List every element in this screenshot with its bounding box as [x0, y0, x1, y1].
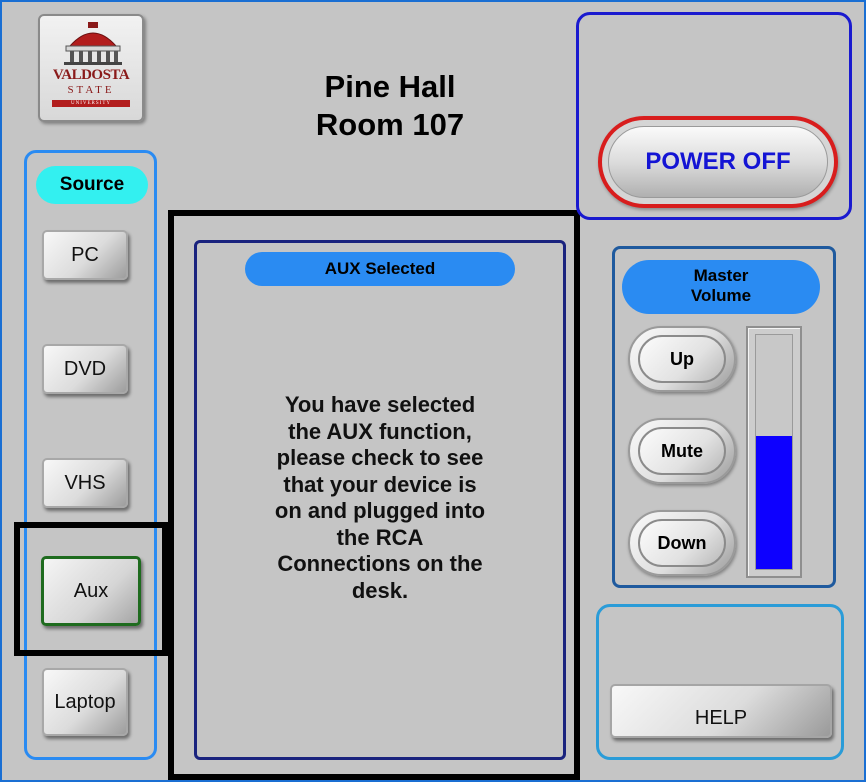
info-message: You have selected the AUX function, plea…: [220, 392, 540, 604]
message-line: desk.: [351, 577, 409, 603]
source-button-laptop[interactable]: Laptop: [42, 668, 128, 736]
message-line: on and plugged into: [274, 498, 486, 523]
source-button-vhs[interactable]: VHS: [42, 458, 128, 508]
volume-label-line: Volume: [690, 286, 752, 305]
message-line: You have selected: [284, 392, 476, 417]
message-line: Connections on the: [277, 551, 483, 576]
message-line: the RCA: [336, 524, 424, 550]
volume-meter-fill: [756, 435, 792, 569]
building-name: Pine Hall: [324, 69, 456, 104]
source-label: Source: [36, 166, 148, 204]
room-number: Room 107: [315, 107, 465, 142]
power-off-button[interactable]: POWER OFF: [598, 116, 838, 208]
message-line: that your device is: [283, 471, 477, 497]
logo-wordmark: VALDOSTA: [52, 67, 130, 83]
room-title: Pine Hall Room 107: [230, 68, 550, 144]
volume-meter: [746, 326, 802, 578]
volume-up-label: Up: [638, 335, 726, 383]
info-status: AUX Selected: [245, 252, 515, 286]
source-button-aux[interactable]: Aux: [41, 556, 141, 626]
help-button[interactable]: HELP: [610, 684, 832, 738]
volume-mute-label: Mute: [638, 427, 726, 475]
logo-subtitle: STATE: [67, 84, 115, 96]
volume-down-label: Down: [638, 519, 726, 567]
logo-band: UNIVERSITY: [52, 100, 130, 107]
university-logo: VALDOSTA STATE UNIVERSITY: [38, 14, 144, 122]
source-button-pc[interactable]: PC: [42, 230, 128, 280]
volume-meter-track: [755, 334, 793, 570]
source-button-dvd[interactable]: DVD: [42, 344, 128, 394]
volume-mute-button[interactable]: Mute: [628, 418, 736, 484]
volume-up-button[interactable]: Up: [628, 326, 736, 392]
master-volume-label: Master Volume: [622, 260, 820, 314]
volume-down-button[interactable]: Down: [628, 510, 736, 576]
message-line: the AUX function,: [288, 418, 472, 444]
power-off-label: POWER OFF: [608, 126, 828, 198]
volume-label-line: Master: [693, 266, 749, 285]
message-line: please check to see: [276, 445, 484, 470]
